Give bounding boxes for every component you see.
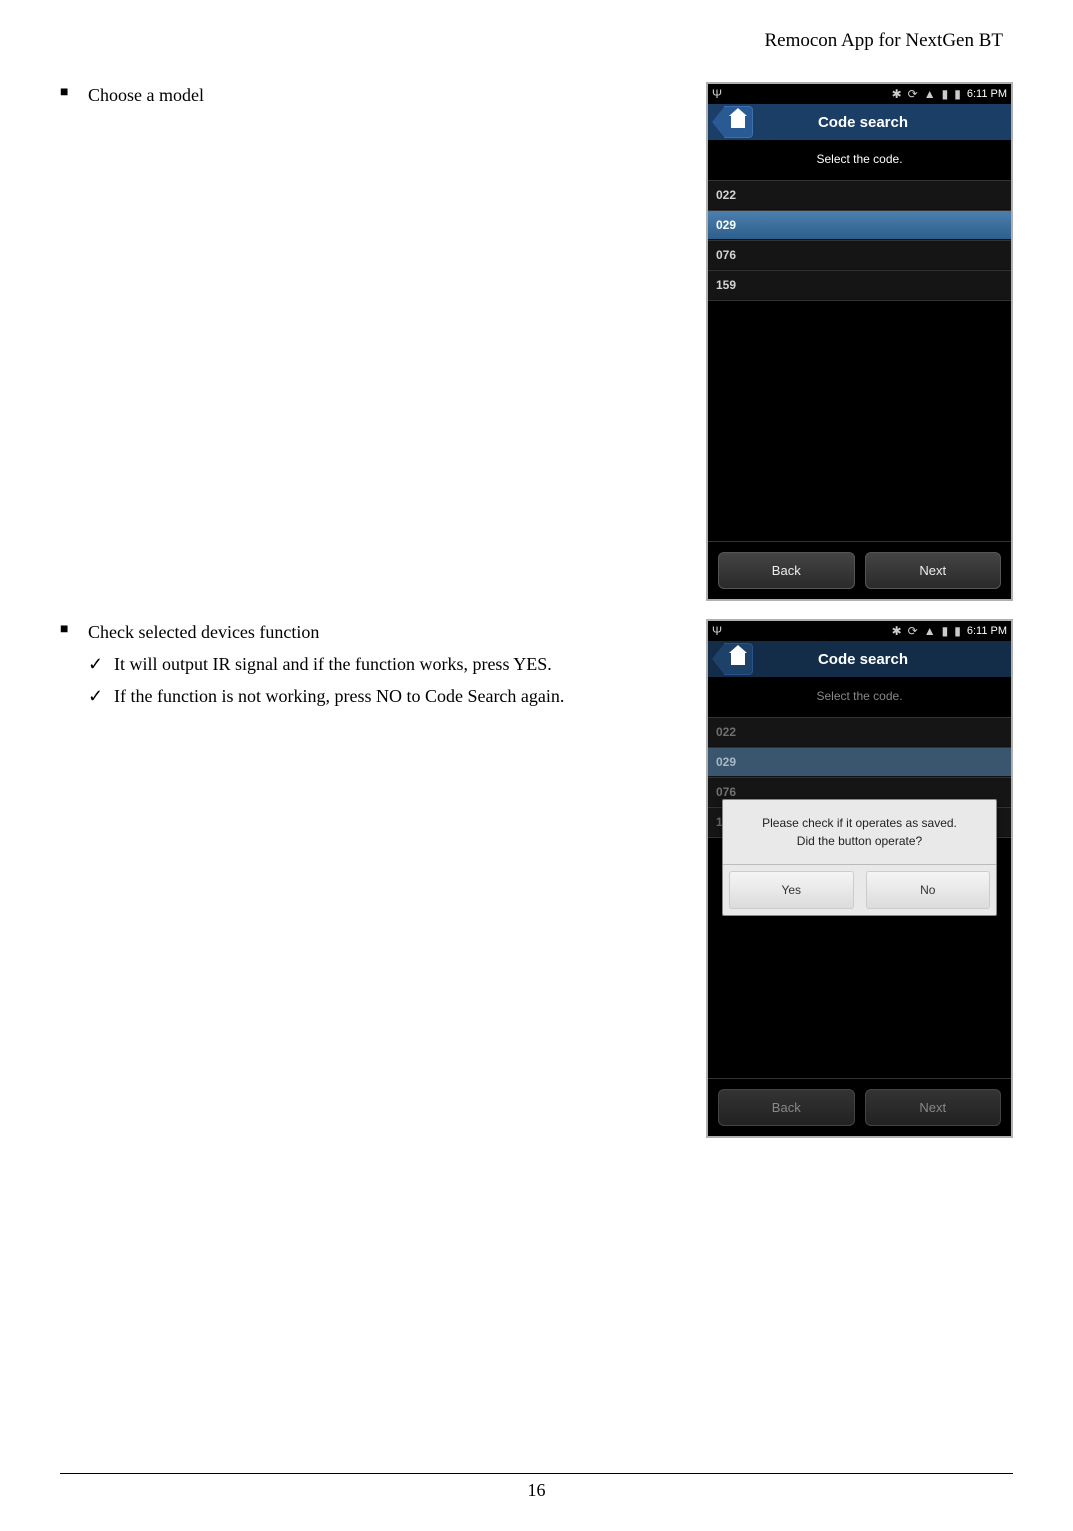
battery-icon: ▮ — [954, 87, 961, 101]
back-arrow-icon — [712, 644, 724, 674]
status-bar: Ψ ✱ ⟳ ▲ ▮ ▮ 6:11 PM — [708, 84, 1011, 104]
bottom-bar: Back Next — [708, 541, 1011, 599]
dialog-text: Please check if it operates as saved. Di… — [723, 800, 996, 864]
phone-screenshot-2: Ψ ✱ ⟳ ▲ ▮ ▮ 6:11 PM — [706, 619, 1013, 1138]
wifi-icon: ▲ — [924, 624, 936, 638]
bullet-check-function: Check selected devices function — [60, 619, 696, 646]
page-number: 16 — [528, 1480, 546, 1500]
app-bar: Code search — [708, 104, 1011, 140]
dialog-line-1: Please check if it operates as saved. — [733, 814, 986, 832]
dialog-buttons: Yes No — [723, 864, 996, 915]
text-column: Check selected devices function It will … — [60, 619, 706, 1138]
code-list: 022 029 076 159 — [708, 180, 1011, 300]
home-icon — [731, 116, 745, 128]
dialog-no-button[interactable]: No — [866, 871, 991, 909]
screenshot-column: Ψ ✱ ⟳ ▲ ▮ ▮ 6:11 PM — [706, 619, 1013, 1138]
back-button[interactable] — [712, 107, 753, 137]
page-header: Remocon App for NextGen BT — [60, 30, 1013, 52]
code-item-0: 022 — [708, 717, 1011, 747]
code-item-1: 029 — [708, 747, 1011, 777]
bluetooth-icon: ✱ — [892, 87, 902, 101]
bullet-choose-model: Choose a model — [60, 82, 696, 109]
check-item-1: It will output IR signal and if the func… — [88, 651, 696, 678]
home-icon — [731, 653, 745, 665]
section-check-function: Check selected devices function It will … — [60, 619, 1013, 1138]
app-bar-title: Code search — [753, 114, 1011, 131]
usb-icon: Ψ — [712, 87, 722, 101]
dialog-line-2: Did the button operate? — [733, 832, 986, 850]
code-item-3[interactable]: 159 — [708, 270, 1011, 300]
dialog-yes-button[interactable]: Yes — [729, 871, 854, 909]
back-arrow-icon — [712, 107, 724, 137]
status-time: 6:11 PM — [967, 625, 1007, 637]
back-nav-button: Back — [718, 1089, 855, 1126]
bottom-bar: Back Next — [708, 1078, 1011, 1136]
next-nav-button[interactable]: Next — [865, 552, 1002, 589]
signal-icon: ▮ — [942, 624, 949, 638]
code-item-1[interactable]: 029 — [708, 210, 1011, 240]
list-empty-area — [708, 300, 1011, 541]
instruction-text: Select the code. — [708, 677, 1011, 717]
battery-icon: ▮ — [954, 624, 961, 638]
usb-icon: Ψ — [712, 624, 722, 638]
app-bar: Code search — [708, 641, 1011, 677]
signal-icon: ▮ — [942, 87, 949, 101]
sync-icon: ⟳ — [908, 624, 918, 638]
phone-screenshot-1: Ψ ✱ ⟳ ▲ ▮ ▮ 6:11 PM — [706, 82, 1013, 601]
app-bar-title: Code search — [753, 651, 1011, 668]
code-item-2[interactable]: 076 — [708, 240, 1011, 270]
page-footer: 16 — [60, 1473, 1013, 1501]
status-time: 6:11 PM — [967, 88, 1007, 100]
sync-icon: ⟳ — [908, 87, 918, 101]
instruction-text: Select the code. — [708, 140, 1011, 180]
next-nav-button: Next — [865, 1089, 1002, 1126]
page-content: Choose a model Ψ ✱ ⟳ ▲ ▮ ▮ — [60, 82, 1013, 1138]
section-choose-model: Choose a model Ψ ✱ ⟳ ▲ ▮ ▮ — [60, 82, 1013, 601]
wifi-icon: ▲ — [924, 87, 936, 101]
check-item-2: If the function is not working, press NO… — [88, 683, 696, 710]
back-button — [712, 644, 753, 674]
code-item-0[interactable]: 022 — [708, 180, 1011, 210]
back-nav-button[interactable]: Back — [718, 552, 855, 589]
bluetooth-icon: ✱ — [892, 624, 902, 638]
screenshot-column: Ψ ✱ ⟳ ▲ ▮ ▮ 6:11 PM — [706, 82, 1013, 601]
document-page: Remocon App for NextGen BT Choose a mode… — [0, 0, 1073, 1531]
confirm-dialog: Please check if it operates as saved. Di… — [722, 799, 997, 916]
status-bar: Ψ ✱ ⟳ ▲ ▮ ▮ 6:11 PM — [708, 621, 1011, 641]
text-column: Choose a model — [60, 82, 706, 601]
